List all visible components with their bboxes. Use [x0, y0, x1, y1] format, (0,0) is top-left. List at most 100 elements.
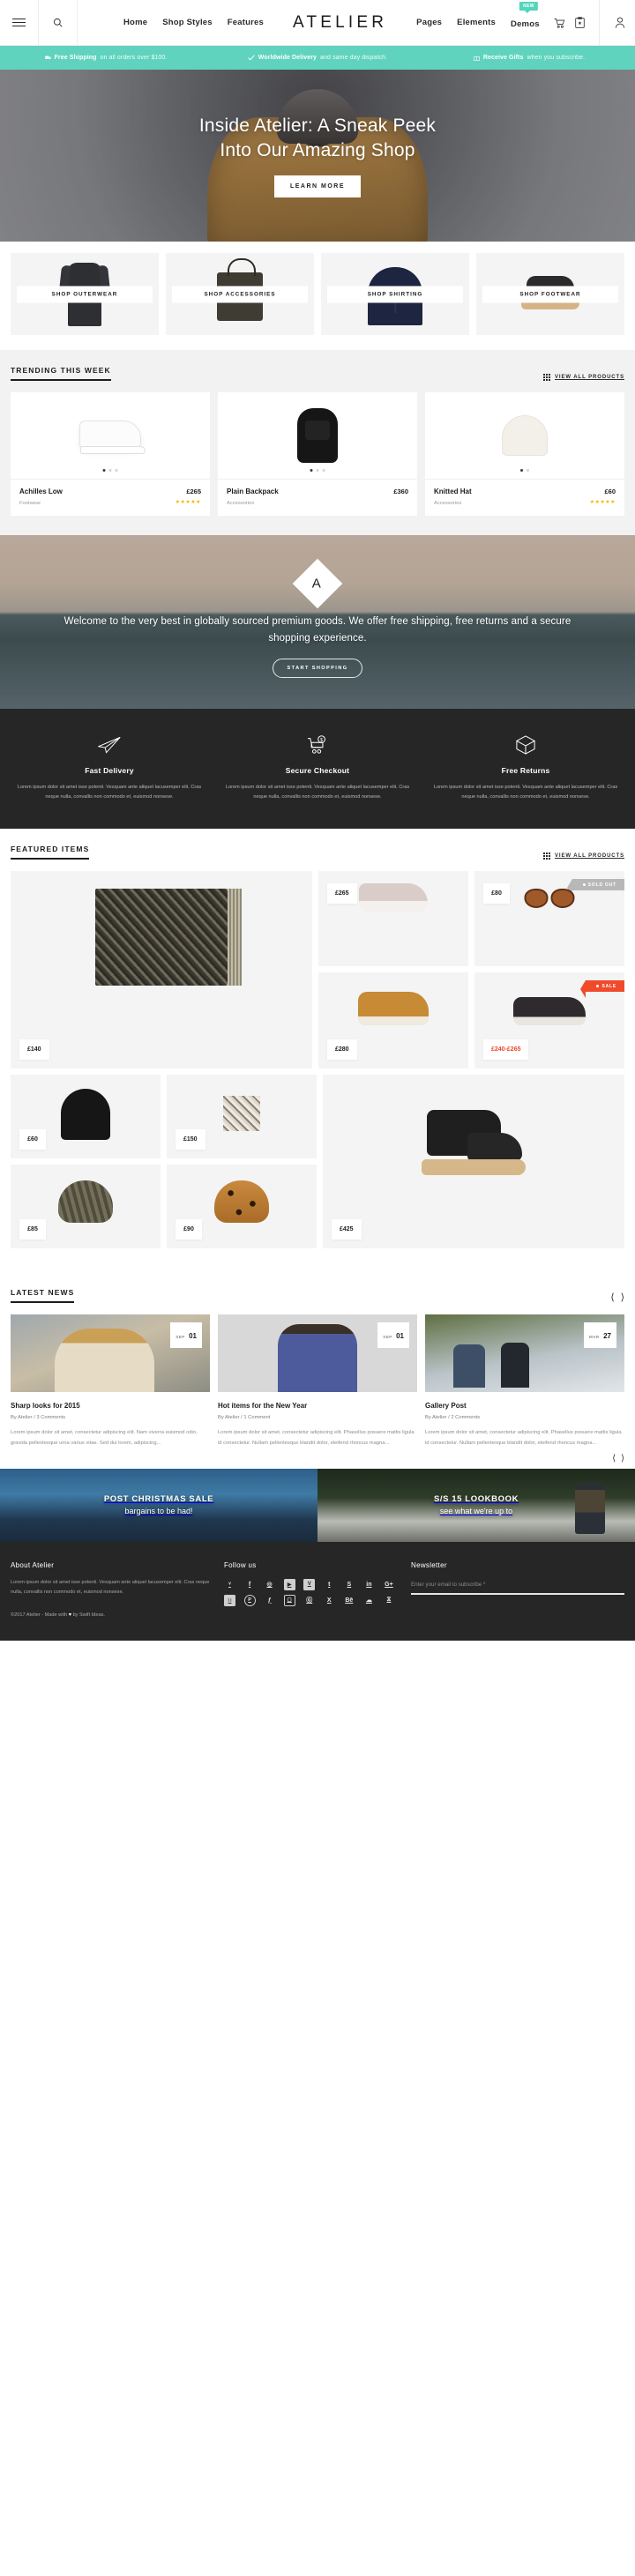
site-logo[interactable]: ATELIER: [293, 13, 387, 33]
newsletter-email-input[interactable]: [411, 1581, 624, 1595]
news-carousel-arrows: ⟨ ⟩: [610, 1292, 624, 1303]
hero-learn-more-button[interactable]: LEARN MORE: [273, 175, 362, 197]
start-shopping-button[interactable]: START SHOPPING: [272, 658, 363, 678]
nav-item-demos[interactable]: Demos: [511, 19, 540, 29]
featured-tile-chukka[interactable]: £280: [318, 972, 468, 1069]
product-price: £265: [186, 488, 201, 495]
feature-column-secure-checkout: $ Secure Checkout Lorem ipsum dolor sit …: [219, 732, 416, 802]
vimeo-icon[interactable]: V: [303, 1578, 316, 1590]
promo-rest-2: when you subscribe.: [527, 55, 586, 61]
chevron-right-icon[interactable]: ⟩: [621, 1454, 624, 1463]
shopping-cart-icon[interactable]: [554, 18, 565, 28]
promo-bold-1: Worldwide Delivery: [258, 55, 318, 61]
chevron-left-icon[interactable]: ⟨: [612, 1454, 616, 1463]
promo-banner-post-christmas-sale[interactable]: POST CHRISTMAS SALE bargains to be had!: [0, 1468, 318, 1542]
news-card[interactable]: SEP 01 Hot items for the New Year By Ate…: [218, 1314, 417, 1448]
dribbble-icon[interactable]: ◎: [264, 1579, 275, 1590]
category-tile-outerwear[interactable]: SHOP OUTERWEAR: [11, 253, 159, 335]
category-tile-footwear[interactable]: SHOP FOOTWEAR: [476, 253, 624, 335]
product-card[interactable]: Plain Backpack £360 Accessories: [218, 392, 417, 516]
feature-body: Lorem ipsum dolor sit amet isse potenti.…: [17, 785, 202, 800]
behance-icon[interactable]: Bē: [343, 1595, 355, 1606]
flickr-icon[interactable]: ∷: [224, 1594, 235, 1606]
product-info: Knitted Hat £60 Accessories ★★★★★: [425, 479, 624, 516]
nav-item-shop-styles[interactable]: Shop Styles: [162, 18, 213, 27]
news-post-title[interactable]: Gallery Post: [425, 1402, 624, 1410]
menu-button[interactable]: [0, 0, 39, 46]
news-post-meta: By Atelier / 2 Comments: [425, 1415, 481, 1421]
clipboard-star-icon[interactable]: ★: [575, 17, 585, 28]
featured-tile-hiking-boot[interactable]: £425: [323, 1075, 624, 1249]
featured-tile-dark-sneaker[interactable]: SALE £240-£265: [474, 972, 624, 1069]
welcome-banner: A Welcome to the very best in globally s…: [0, 535, 635, 709]
account-button[interactable]: [598, 0, 635, 46]
news-post-title[interactable]: Hot items for the New Year: [218, 1402, 417, 1410]
sunglasses-icon: [524, 889, 575, 909]
product-image-dots[interactable]: [520, 469, 529, 472]
google-plus-icon[interactable]: G+: [383, 1579, 394, 1590]
nav-item-pages[interactable]: Pages: [416, 18, 442, 27]
rss-icon[interactable]: ⧖: [383, 1595, 394, 1606]
news-post-excerpt: Lorem ipsum dolor sit amet, consectetur …: [425, 1430, 622, 1446]
pinterest-icon[interactable]: P: [243, 1594, 256, 1606]
trending-product-grid: Achilles Low £265 Footwear ★★★★★ Plain B…: [0, 392, 635, 516]
foursquare-icon[interactable]: ƒ: [264, 1595, 275, 1606]
nav-item-demos-wrapper: NEW Demos: [511, 1, 540, 31]
soundcloud-icon[interactable]: ☁: [363, 1595, 375, 1606]
news-title: LATEST NEWS: [11, 1288, 75, 1304]
featured-tile-bucket-hat[interactable]: £85: [11, 1165, 161, 1249]
news-post-excerpt: Lorem ipsum dolor sit amet, consectetur …: [11, 1430, 198, 1446]
news-gallery-arrows: ⟨ ⟩: [612, 1454, 624, 1463]
feature-column-free-returns: Free Returns Lorem ipsum dolor sit amet …: [427, 732, 624, 802]
nav-item-elements[interactable]: Elements: [457, 18, 496, 27]
product-image-dots[interactable]: [102, 469, 118, 472]
news-card[interactable]: MAR 27 Gallery Post By Atelier / 2 Comme…: [425, 1314, 624, 1448]
featured-tile-scarf[interactable]: £140: [11, 871, 312, 1069]
skype-icon[interactable]: S: [343, 1579, 355, 1590]
featured-row: £60 £150 £85 £90 £425: [11, 1075, 624, 1249]
tumblr-icon[interactable]: t: [324, 1579, 335, 1590]
trending-view-all-link[interactable]: VIEW ALL PRODUCTS: [542, 373, 624, 381]
news-post-title[interactable]: Sharp looks for 2015: [11, 1402, 210, 1410]
featured-price: £80: [483, 883, 510, 905]
featured-tile-leopard-hat[interactable]: £90: [167, 1165, 317, 1249]
chevron-right-icon[interactable]: ⟩: [621, 1292, 624, 1303]
featured-price: £425: [332, 1219, 362, 1240]
product-card[interactable]: Achilles Low £265 Footwear ★★★★★: [11, 392, 210, 516]
twitter-icon[interactable]: ᵛ: [224, 1579, 235, 1590]
promo-rest-0: on all orders over $100.: [100, 55, 168, 61]
github-icon[interactable]: Ⓖ: [303, 1595, 315, 1606]
product-name: Knitted Hat: [434, 488, 472, 495]
beanie-icon: [61, 1089, 110, 1141]
youtube-icon[interactable]: ▶: [283, 1578, 295, 1590]
product-price: £60: [604, 488, 616, 495]
news-grid: SEP 01 Sharp looks for 2015 By Atelier /…: [0, 1314, 635, 1448]
promo-banner-text: POST CHRISTMAS SALE bargains to be had!: [104, 1494, 213, 1515]
category-tile-shirting[interactable]: SHOP SHIRTING: [321, 253, 469, 335]
news-date-month: SEP: [383, 1335, 392, 1340]
featured-view-all-link[interactable]: VIEW ALL PRODUCTS: [542, 852, 624, 860]
news-card[interactable]: SEP 01 Sharp looks for 2015 By Atelier /…: [11, 1314, 210, 1448]
footer-about-text: Lorem ipsum dolor sit amet isse potenti.…: [11, 1579, 210, 1596]
linkedin-icon[interactable]: in: [363, 1579, 375, 1590]
facebook-icon[interactable]: f: [244, 1579, 256, 1590]
featured-tile-slipon[interactable]: £265: [318, 871, 468, 967]
featured-tile-beanie[interactable]: £60: [11, 1075, 161, 1159]
featured-tile-snakeskin[interactable]: £150: [167, 1075, 317, 1159]
slip-on-shoe-icon: [359, 883, 428, 912]
featured-tile-sunglasses[interactable]: SOLD OUT £80: [474, 871, 624, 967]
product-image-dots[interactable]: [310, 469, 325, 472]
product-card[interactable]: Knitted Hat £60 Accessories ★★★★★: [425, 392, 624, 516]
promo-banner-lookbook[interactable]: S/S 15 LOOKBOOK see what we're up to: [318, 1468, 635, 1542]
chevron-left-icon[interactable]: ⟨: [610, 1292, 614, 1303]
diamond-logo-icon: A: [292, 559, 343, 609]
nav-item-features[interactable]: Features: [228, 18, 264, 27]
promo-banners: POST CHRISTMAS SALE bargains to be had! …: [0, 1468, 635, 1542]
instagram-icon[interactable]: ▢: [283, 1594, 295, 1606]
category-tile-accessories[interactable]: SHOP ACCESSORIES: [166, 253, 314, 335]
xing-icon[interactable]: X: [324, 1595, 335, 1606]
search-button[interactable]: [39, 0, 78, 46]
promo-bold-0: Free Shipping: [54, 55, 97, 61]
knitted-hat-icon: [502, 415, 548, 456]
nav-item-home[interactable]: Home: [123, 18, 147, 27]
